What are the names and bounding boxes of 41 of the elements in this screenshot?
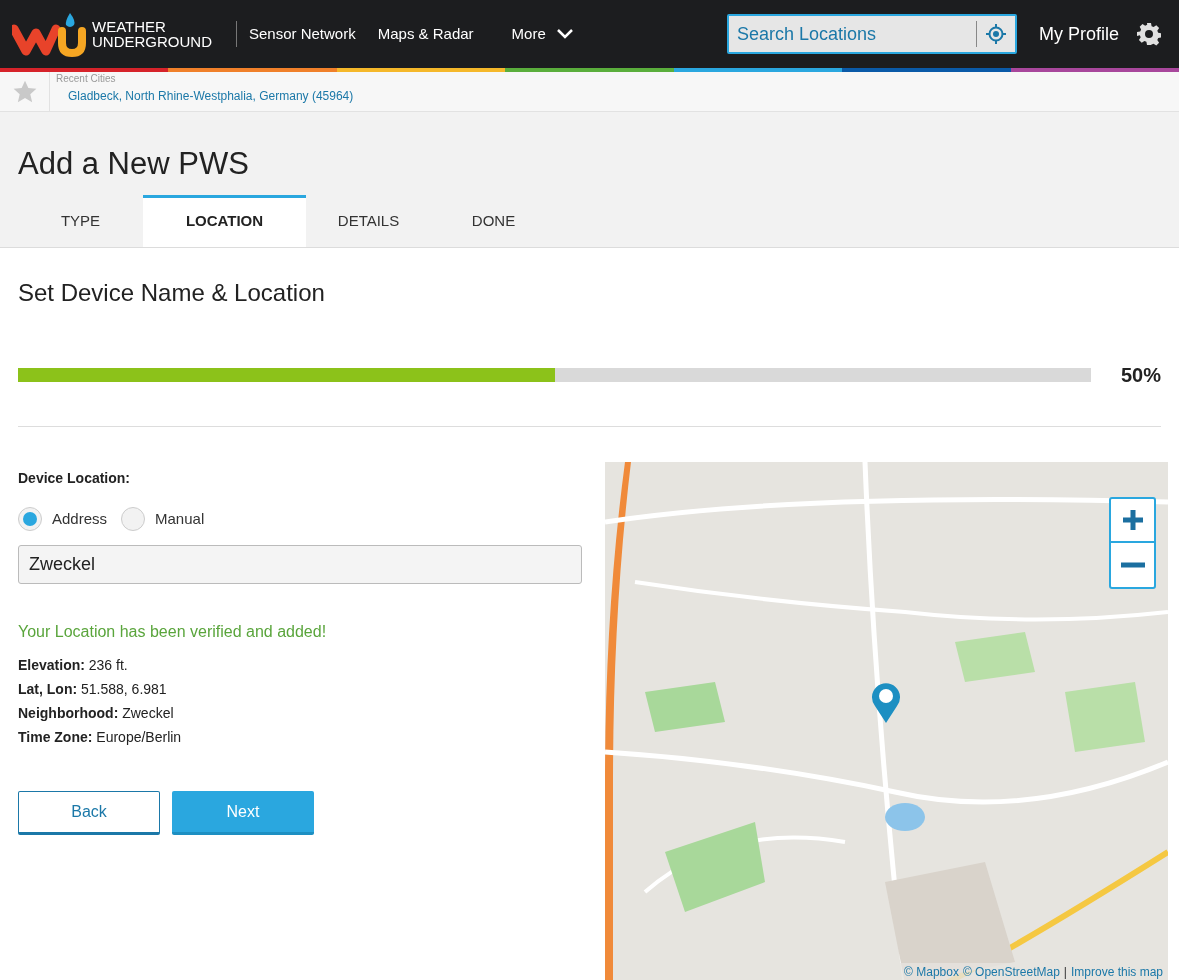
radio-button[interactable]	[18, 507, 42, 531]
recent-cities-label: Recent Cities	[56, 73, 117, 85]
location-detail: Neighborhood: Zweckel	[18, 704, 175, 723]
attribution-link[interactable]: Improve this map	[1070, 963, 1163, 980]
location-detail: Elevation: 236 ft.	[18, 656, 129, 675]
minus-icon	[1120, 562, 1145, 568]
section-title: Set Device Name & Location	[18, 278, 326, 308]
search-box[interactable]: Search Locations	[727, 14, 1017, 54]
step-tab[interactable]: LOCATION	[143, 195, 306, 247]
attribution-link[interactable]: © Mapbox	[904, 963, 959, 980]
step-tab[interactable]: TYPE	[18, 195, 143, 247]
nav-link[interactable]: Sensor Network	[249, 22, 356, 46]
separator: |	[1063, 964, 1067, 980]
back-button[interactable]: Back	[18, 791, 160, 835]
success-message: Your Location has been verified and added!	[18, 622, 328, 642]
logo-text: UNDERGROUND	[92, 34, 212, 49]
profile-link[interactable]: My Profile	[1039, 20, 1119, 48]
settings-icon[interactable]	[1137, 22, 1161, 46]
city-link[interactable]: Gladbeck, North Rhine-Westphalia, Germany (45964)	[56, 85, 354, 104]
step-tab[interactable]: DONE	[431, 195, 556, 247]
plus-icon	[1121, 509, 1144, 531]
map-view[interactable]: © Mapbox © OpenStreetMap | Improve this map	[605, 462, 1168, 980]
location-detail: Time Zone: Europe/Berlin	[18, 728, 183, 747]
more-menu[interactable]: More	[511, 22, 574, 46]
chevron-down-icon	[555, 28, 574, 40]
attribution-link[interactable]: © OpenStreetMap	[962, 963, 1060, 980]
step-tab[interactable]: DETAILS	[306, 195, 431, 247]
field-label: Device Location:	[18, 469, 132, 488]
address-field[interactable]: Zweckel	[18, 545, 582, 584]
radio-option[interactable]: Manual	[121, 507, 205, 531]
logo-icon[interactable]	[12, 11, 86, 57]
location-detail: Lat, Lon: 51.588, 6.981	[18, 680, 168, 699]
page-title: Add a New PWS	[17, 145, 250, 182]
radio-option[interactable]: Address	[18, 507, 108, 531]
search-field[interactable]: Search Locations	[729, 20, 976, 48]
nav-link[interactable]: Maps & Radar	[377, 22, 474, 46]
radio-button[interactable]	[121, 507, 146, 531]
logo-text: WEATHER	[92, 19, 167, 34]
progress-percent: 50%	[1119, 363, 1161, 388]
locate-icon[interactable]	[986, 24, 1006, 44]
map-pin-icon[interactable]	[871, 682, 901, 724]
